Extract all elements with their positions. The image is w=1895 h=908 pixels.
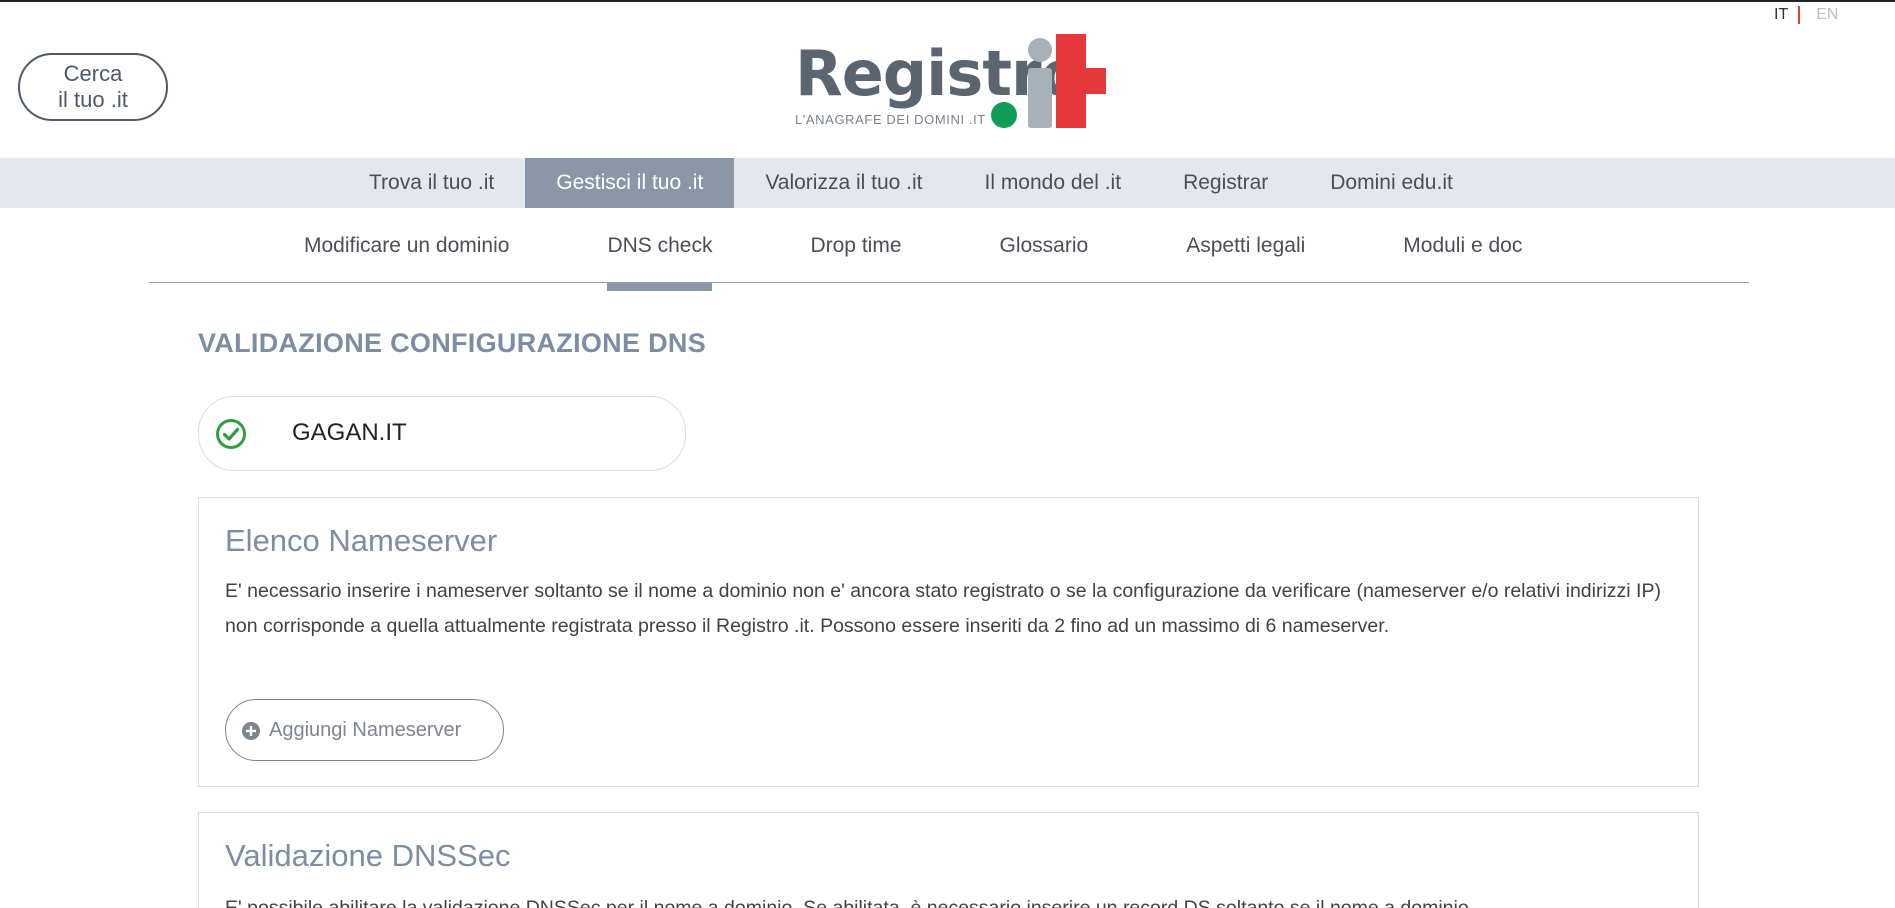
- registro-it-logo[interactable]: Registro L'ANAGRAFE DEI DOMINI .IT: [793, 30, 1106, 132]
- nameserver-panel-text: E' necessario inserire i nameserver solt…: [225, 580, 1661, 637]
- sub-nav-label: Modificare un dominio: [304, 233, 510, 257]
- lang-en-link[interactable]: EN: [1816, 6, 1838, 24]
- active-indicator: [607, 283, 713, 291]
- sub-navigation: Modificare un dominio DNS check Drop tim…: [149, 208, 1749, 291]
- sub-nav-moduli[interactable]: Moduli e doc: [1403, 208, 1522, 283]
- logo-tagline: L'ANAGRAFE DEI DOMINI .IT: [795, 112, 986, 127]
- main-nav-domini-edu[interactable]: Domini edu.it: [1299, 158, 1484, 208]
- sub-nav-label: Moduli e doc: [1403, 233, 1523, 257]
- main-nav-registrar[interactable]: Registrar: [1152, 158, 1299, 208]
- lang-separator: [1798, 6, 1801, 24]
- domain-name: GAGAN.IT: [292, 419, 407, 446]
- dnssec-panel-title: Validazione DNSSec: [225, 838, 511, 873]
- sub-nav-label: Drop time: [810, 233, 902, 257]
- plus-circle-icon: [242, 722, 260, 740]
- sub-nav-dns-check[interactable]: DNS check: [607, 208, 713, 291]
- check-circle-icon: [216, 419, 246, 449]
- dnssec-panel-text: E' possibile abilitare la validazione DN…: [225, 897, 1469, 908]
- main-nav-valorizza[interactable]: Valorizza il tuo .it: [734, 158, 953, 208]
- search-line-1: Cerca: [63, 61, 123, 86]
- logo-i-stem: [1028, 68, 1052, 128]
- search-line-2: il tuo .it: [58, 87, 128, 112]
- page-title: VALIDAZIONE CONFIGURAZIONE DNS: [198, 328, 706, 358]
- sub-nav-aspetti-legali[interactable]: Aspetti legali: [1186, 208, 1305, 283]
- sub-nav-label: Glossario: [999, 233, 1089, 257]
- main-nav-trova[interactable]: Trova il tuo .it: [338, 158, 525, 208]
- dnssec-panel: Validazione DNSSec E' possibile abilitar…: [198, 812, 1699, 908]
- sub-nav-modificare[interactable]: Modificare un dominio: [304, 208, 509, 283]
- top-border: [0, 0, 1895, 2]
- main-navigation: Trova il tuo .it Gestisci il tuo .it Val…: [0, 158, 1895, 208]
- add-nameserver-label: Aggiungi Nameserver: [269, 719, 462, 741]
- sub-nav-glossario[interactable]: Glossario: [1000, 208, 1089, 283]
- domain-status: GAGAN.IT: [198, 396, 686, 471]
- nameserver-panel: Elenco Nameserver E' necessario inserire…: [198, 497, 1699, 787]
- logo-i-dot: [1028, 38, 1052, 62]
- lang-it-link[interactable]: IT: [1774, 6, 1788, 24]
- sub-nav-label: Aspetti legali: [1186, 233, 1306, 257]
- add-nameserver-button[interactable]: Aggiungi Nameserver: [225, 699, 504, 761]
- sub-nav-drop-time[interactable]: Drop time: [810, 208, 901, 283]
- logo-green-dot: [991, 102, 1017, 128]
- logo-t-bar: [1056, 68, 1106, 94]
- main-nav-gestisci[interactable]: Gestisci il tuo .it: [525, 158, 735, 208]
- main-nav-mondo[interactable]: Il mondo del .it: [953, 158, 1152, 208]
- sub-nav-label: DNS check: [607, 233, 713, 257]
- language-switcher: IT EN: [1774, 6, 1838, 24]
- nameserver-panel-title: Elenco Nameserver: [225, 523, 498, 558]
- search-your-it-button[interactable]: Cerca il tuo .it: [18, 53, 168, 121]
